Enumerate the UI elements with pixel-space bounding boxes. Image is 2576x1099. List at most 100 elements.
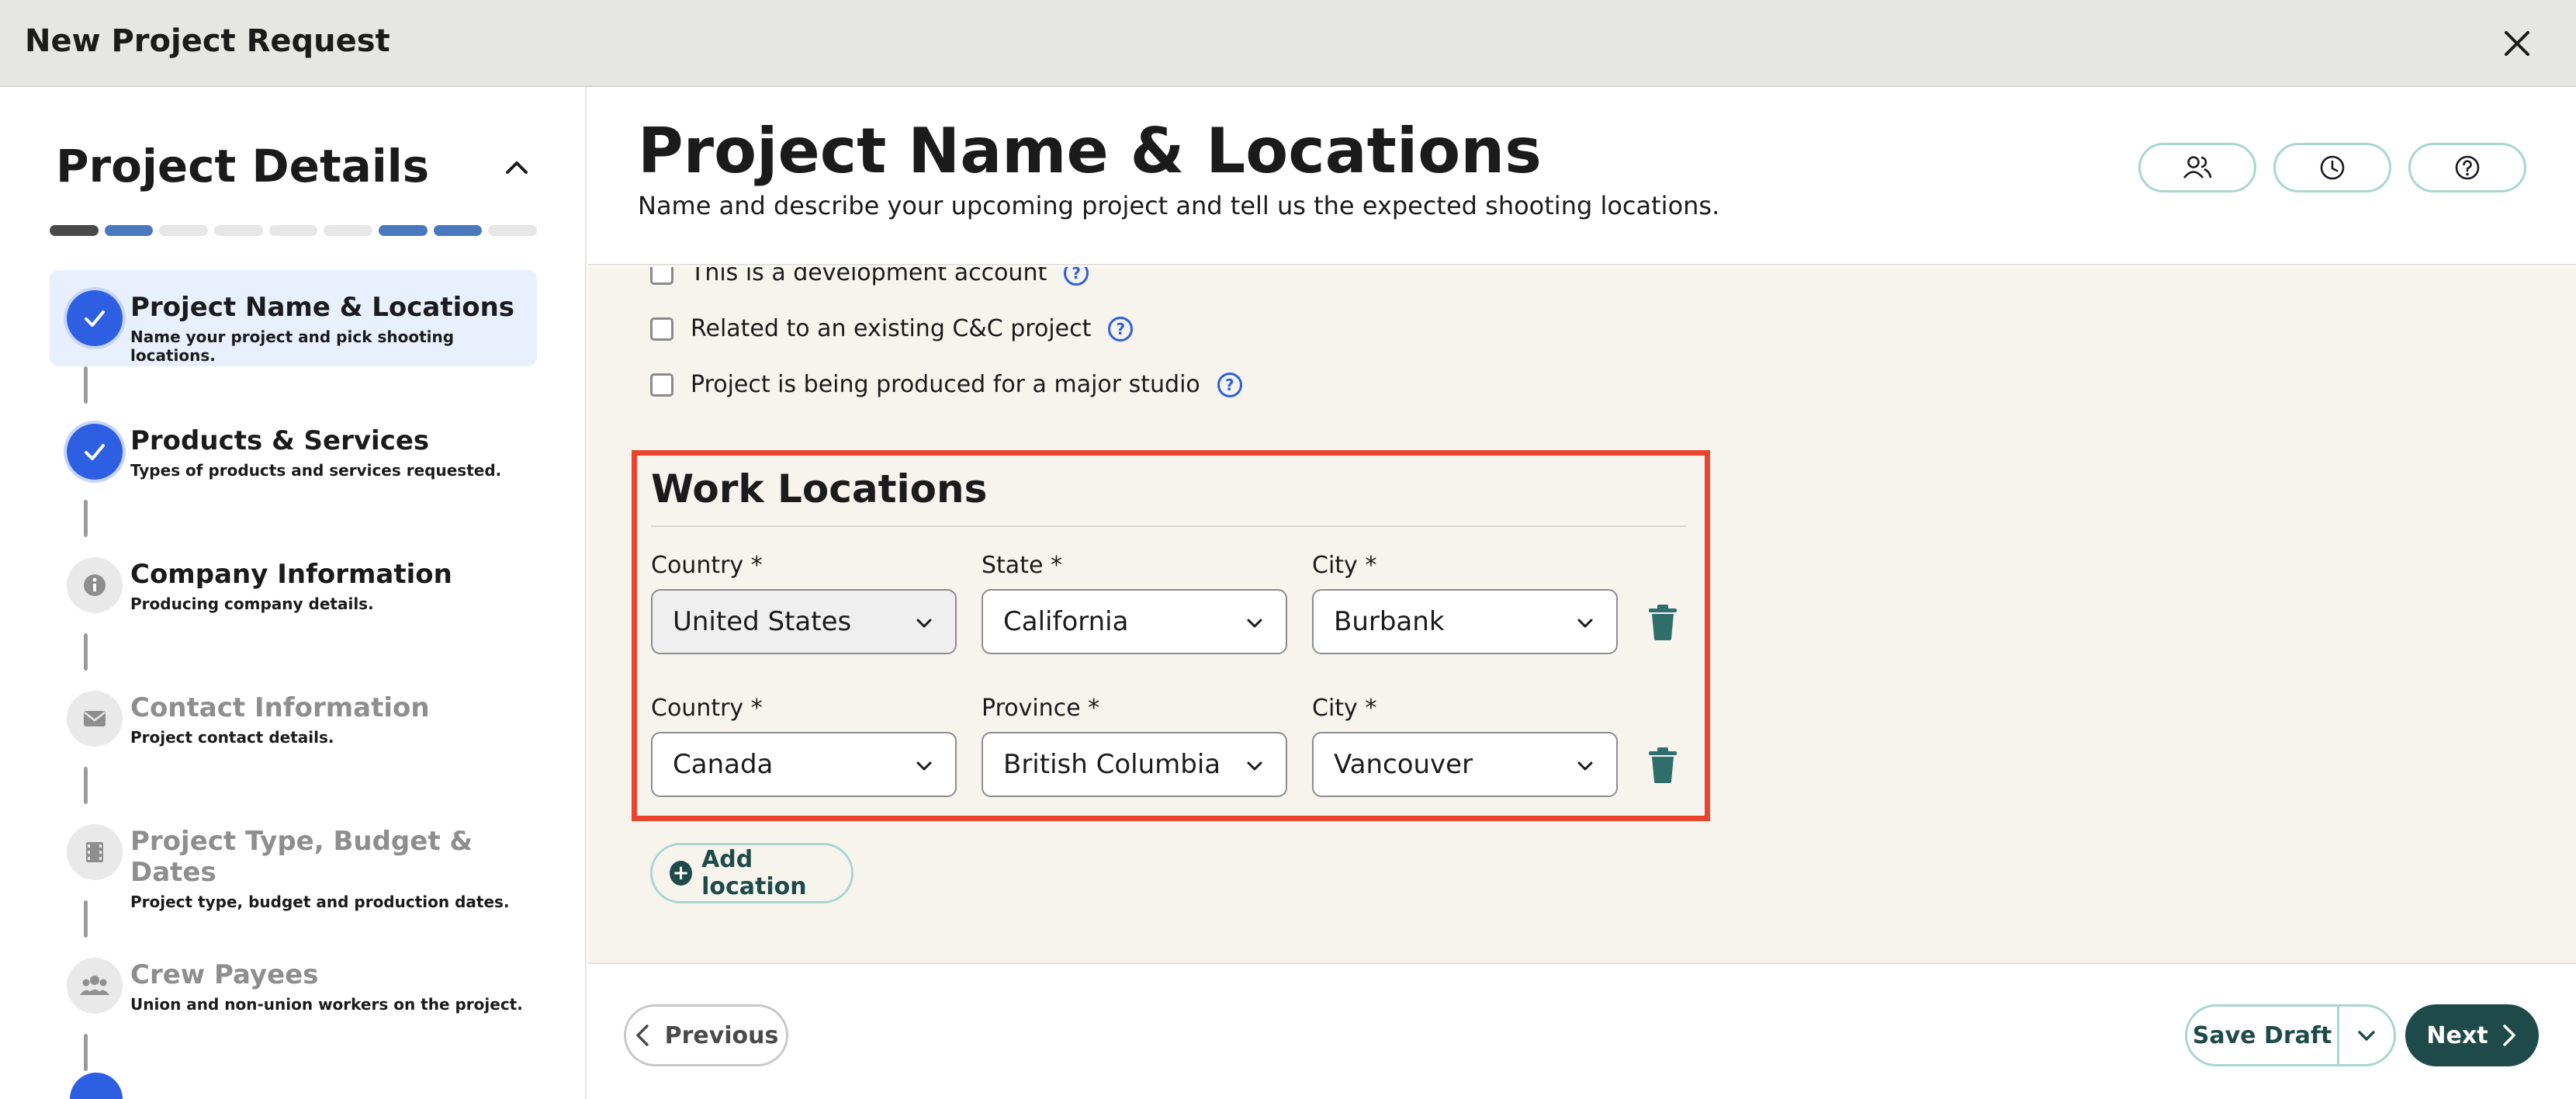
step-subtitle: Producing company details.	[130, 595, 374, 613]
info-icon	[84, 574, 106, 596]
progress-segment	[214, 225, 263, 236]
chevron-right-icon	[2502, 1024, 2515, 1046]
step-company-information[interactable]: Company Information Producing company de…	[50, 537, 537, 633]
save-draft-menu-button[interactable]	[2339, 1007, 2394, 1064]
step-status	[70, 1073, 123, 1099]
step-connector	[50, 500, 537, 537]
help-button[interactable]	[2408, 143, 2526, 192]
step-title: Company Information	[130, 559, 452, 590]
checkbox[interactable]	[650, 373, 673, 397]
province-label: Province *	[982, 695, 1100, 722]
progress-segment	[324, 225, 373, 236]
progress-segment	[104, 225, 154, 236]
add-location-button[interactable]: + Add location	[650, 843, 853, 903]
close-icon	[2505, 31, 2529, 56]
trash-icon[interactable]	[1646, 746, 1680, 785]
chevron-down-icon	[916, 619, 932, 628]
step-status	[67, 424, 123, 480]
step-status	[67, 290, 123, 346]
checkbox[interactable]	[650, 267, 673, 285]
previous-label: Previous	[664, 1021, 779, 1049]
step-project-name[interactable]: Project Name & Locations Name your proje…	[50, 270, 537, 366]
select-value: United States	[673, 606, 852, 637]
save-draft-button[interactable]: Save Draft	[2187, 1007, 2339, 1064]
city-label: City *	[1312, 552, 1377, 579]
chevron-down-icon	[2358, 1031, 2375, 1041]
step-contact-information[interactable]: Contact Information Project contact deta…	[50, 671, 537, 767]
step-products-services[interactable]: Products & Services Types of products an…	[50, 404, 537, 500]
step-status	[67, 824, 123, 880]
help-icon[interactable]: ?	[1108, 316, 1134, 341]
plus-icon: +	[670, 861, 693, 886]
work-locations-section: Work Locations Country * United States S…	[632, 450, 1710, 821]
checkbox-label: Project is being produced for a major st…	[691, 371, 1200, 398]
step-title: Products & Services	[130, 425, 430, 456]
step-connector	[50, 1034, 537, 1071]
history-button[interactable]	[2273, 143, 2391, 192]
city-select[interactable]: Burbank	[1312, 589, 1618, 654]
close-button[interactable]	[2494, 20, 2540, 67]
save-draft-group: Save Draft	[2185, 1004, 2396, 1066]
step-status	[67, 691, 123, 747]
mail-icon	[84, 711, 106, 726]
section-title: Work Locations	[651, 466, 988, 511]
select-value: California	[1003, 606, 1129, 637]
progress-segment	[433, 225, 483, 236]
step-status	[67, 557, 123, 613]
footer-bar: Previous Save Draft Next	[588, 962, 2576, 1099]
city-select[interactable]: Vancouver	[1312, 732, 1618, 797]
page-header: Project Name & Locations Name and descri…	[588, 87, 2576, 265]
step-project-type-budget[interactable]: Project Type, Budget & Dates Project typ…	[50, 804, 537, 911]
step-subtitle: Project contact details.	[130, 728, 334, 747]
chevron-down-icon	[916, 761, 932, 771]
province-select[interactable]: British Columbia	[982, 732, 1287, 797]
checkbox-development-account[interactable]: This is a development account ?	[650, 267, 1089, 286]
state-select[interactable]: California	[982, 589, 1287, 654]
progress-segment	[379, 225, 428, 236]
sidebar-title: Project Details	[56, 140, 430, 192]
country-select[interactable]: Canada	[651, 732, 957, 797]
film-icon	[86, 842, 103, 862]
step-subtitle: Name your project and pick shooting loca…	[130, 328, 455, 365]
chevron-down-icon	[1577, 619, 1593, 628]
city-label: City *	[1312, 695, 1377, 722]
step-crew-payees[interactable]: Crew Payees Union and non-union workers …	[50, 938, 537, 1034]
step-next-partial	[50, 1071, 537, 1099]
step-title: Crew Payees	[130, 959, 319, 990]
checkbox-related-project[interactable]: Related to an existing C&C project ?	[650, 315, 1134, 342]
checkbox-label: This is a development account	[691, 267, 1047, 286]
collapse-button[interactable]	[497, 147, 537, 188]
progress-segment	[50, 225, 99, 236]
next-button[interactable]: Next	[2405, 1004, 2539, 1066]
form-content: This is a development account ? Related …	[588, 267, 2576, 962]
chevron-up-icon	[506, 161, 528, 174]
help-icon[interactable]: ?	[1064, 267, 1089, 286]
checkbox-major-studio[interactable]: Project is being produced for a major st…	[650, 371, 1242, 398]
checkbox-label: Related to an existing C&C project	[691, 315, 1092, 342]
state-label: State *	[982, 552, 1062, 579]
step-connector	[50, 767, 537, 804]
progress-segment	[268, 225, 318, 236]
page-subtitle: Name and describe your upcoming project …	[638, 191, 1720, 220]
chevron-left-icon	[635, 1024, 649, 1046]
step-title: Contact Information	[130, 692, 430, 723]
previous-button[interactable]: Previous	[624, 1004, 788, 1066]
select-value: Vancouver	[1334, 749, 1473, 780]
divider	[651, 525, 1686, 527]
country-select[interactable]: United States	[651, 589, 957, 654]
clock-icon	[2320, 155, 2345, 180]
trash-icon[interactable]	[1646, 603, 1680, 642]
progress-bar	[50, 225, 538, 237]
select-value: British Columbia	[1003, 749, 1221, 780]
checkbox[interactable]	[650, 317, 673, 341]
check-icon	[85, 444, 105, 460]
title-bar: New Project Request	[0, 0, 2576, 87]
step-title: Project Name & Locations	[130, 292, 515, 323]
step-subtitle: Union and non-union workers on the proje…	[130, 995, 523, 1014]
step-connector	[50, 900, 537, 938]
window-title: New Project Request	[25, 23, 390, 59]
collaborators-button[interactable]	[2138, 143, 2256, 192]
users-icon	[2183, 156, 2212, 179]
help-icon[interactable]: ?	[1217, 372, 1242, 397]
step-subtitle: Types of products and services requested…	[130, 461, 502, 480]
